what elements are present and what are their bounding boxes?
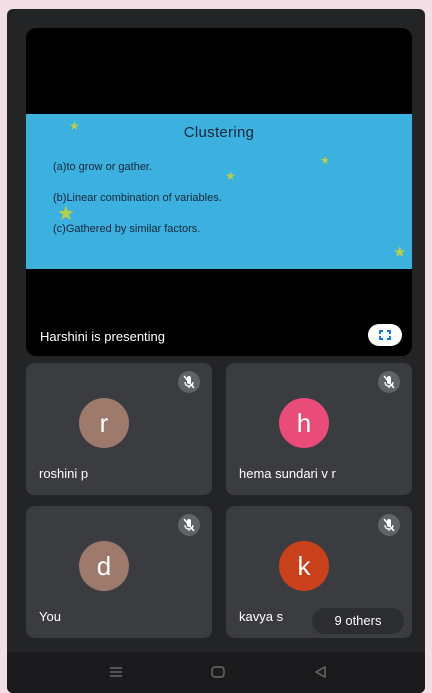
presentation-tile[interactable]: Clustering (a)to grow or gather. (b)Line… (26, 28, 412, 356)
mic-off-icon (183, 375, 195, 389)
avatar: h (279, 398, 329, 448)
menu-icon[interactable] (108, 663, 124, 681)
avatar: r (79, 398, 129, 448)
participant-name: roshini p (39, 466, 89, 481)
shared-slide: Clustering (a)to grow or gather. (b)Line… (26, 114, 412, 269)
system-nav-bar (7, 652, 425, 693)
meeting-screen: Clustering (a)to grow or gather. (b)Line… (7, 9, 425, 693)
mic-off-icon (383, 375, 395, 389)
participant-tile-kavya[interactable]: k kavya s 9 others (226, 506, 412, 638)
mic-off-indicator (178, 514, 200, 536)
mic-off-icon (383, 518, 395, 532)
mic-off-icon (183, 518, 195, 532)
back-icon[interactable] (312, 663, 328, 681)
mic-off-indicator (378, 514, 400, 536)
star-decoration: ★ (225, 169, 236, 183)
avatar: k (279, 541, 329, 591)
star-decoration: ★ (320, 155, 330, 167)
fullscreen-button[interactable] (368, 324, 402, 346)
home-icon[interactable] (210, 663, 226, 681)
mic-off-indicator (178, 371, 200, 393)
star-decoration: ★ (393, 244, 407, 261)
participant-name: You (39, 609, 61, 624)
participant-name: kavya s (239, 609, 284, 624)
slide-line-b: (b)Linear combination of variables. (53, 192, 222, 204)
star-decoration: ★ (69, 119, 80, 133)
participant-tile-roshini[interactable]: r roshini p (26, 363, 212, 495)
participant-tile-hema[interactable]: h hema sundari v r (226, 363, 412, 495)
fullscreen-icon (379, 330, 391, 340)
slide-line-c: (c)Gathered by similar factors. (53, 223, 201, 235)
presenter-label: Harshini is presenting (40, 329, 166, 344)
slide-line-a: (a)to grow or gather. (53, 161, 153, 173)
star-decoration: ★ (57, 203, 75, 225)
participant-tile-you[interactable]: d You (26, 506, 212, 638)
slide-title: Clustering (183, 124, 255, 141)
participant-name: hema sundari v r (239, 466, 336, 481)
avatar: d (79, 541, 129, 591)
mic-off-indicator (378, 371, 400, 393)
others-badge-button[interactable]: 9 others (312, 608, 404, 634)
